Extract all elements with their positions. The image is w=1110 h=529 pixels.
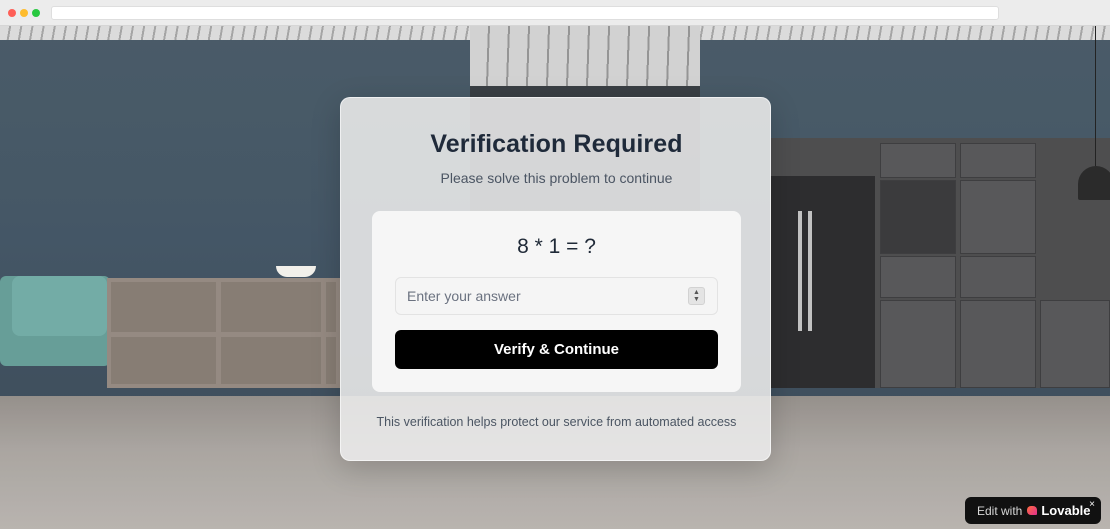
minimize-window-icon[interactable] [20,9,28,17]
browser-chrome [0,0,1110,26]
subtitle: Please solve this problem to continue [440,170,673,186]
address-bar[interactable] [51,6,999,20]
verify-continue-button[interactable]: Verify & Continue [395,330,718,369]
maximize-window-icon[interactable] [32,9,40,17]
lovable-logo-icon [1027,506,1038,515]
badge-prefix: Edit with [977,503,1023,518]
verification-card: Verification Required Please solve this … [340,97,771,461]
edit-with-lovable-badge[interactable]: Edit with Lovable × [965,497,1101,524]
protection-note: This verification helps protect our serv… [376,415,737,429]
math-problem: 8 * 1 = ? [517,235,596,258]
number-stepper[interactable]: ▲ ▼ [688,287,705,305]
challenge-panel: 8 * 1 = ? ▲ ▼ Verify & Continue [372,211,741,392]
close-icon[interactable]: × [1089,499,1095,510]
chevron-down-icon[interactable]: ▼ [693,296,700,303]
page-title: Verification Required [430,130,683,158]
answer-input[interactable] [395,277,718,315]
close-window-icon[interactable] [8,9,16,17]
badge-brand: Lovable [1041,503,1091,518]
chevron-up-icon[interactable]: ▲ [693,289,700,296]
